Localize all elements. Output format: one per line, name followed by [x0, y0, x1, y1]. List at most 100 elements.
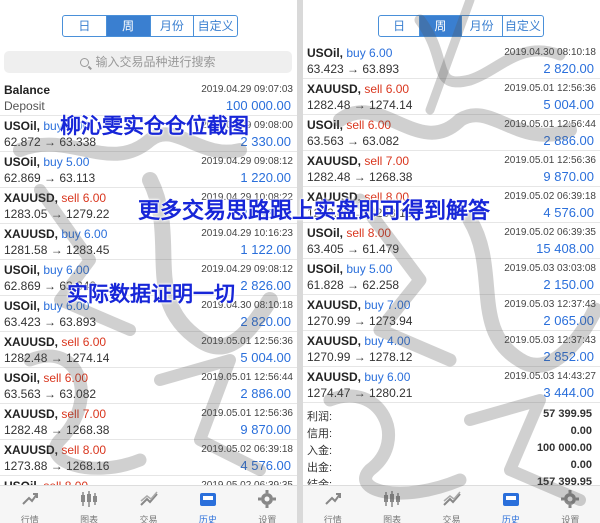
trade-prices: 1270.99 → 1273.94	[307, 314, 413, 328]
bottom-tab-label: 图表	[383, 515, 402, 523]
overlay-line1: 柳沁雯实仓仓位截图	[60, 114, 249, 138]
trade-profit: 2 820.00	[240, 314, 291, 329]
trade-row[interactable]: USOil, buy 5.00 2019.04.29 09:08:12 62.869…	[0, 152, 297, 188]
trade-date: 2019.05.03 12:37:43	[504, 335, 596, 346]
trade-side: sell 6.00	[61, 335, 107, 349]
trade-profit: 2 886.00	[543, 133, 594, 148]
trade-prices: 1283.05 → 1279.22	[4, 207, 110, 221]
trade-symbol: XAUUSD, buy 6.00	[4, 227, 108, 241]
bottom-tab-label: 交易	[139, 515, 158, 523]
trade-date: 2019.05.01 12:56:44	[504, 119, 596, 130]
bottom-tab-3[interactable]: 历史	[481, 486, 540, 523]
balance-type: Deposit	[4, 99, 45, 113]
trade-profit: 2 826.00	[240, 278, 291, 293]
trade-date: 2019.05.03 03:03:08	[504, 263, 596, 274]
trade-row[interactable]: XAUUSD, sell 7.00 2019.05.01 12:56:36 1282…	[303, 151, 600, 187]
trade-profit: 15 408.00	[536, 241, 594, 256]
trade-date: 2019.04.29 09:08:12	[201, 156, 293, 167]
trade-row[interactable]: XAUUSD, buy 6.00 2019.04.29 10:16:23 1281.…	[0, 224, 297, 260]
history-pane-left: 日 周 月份 自定义 输入交易品种进行搜索 Balance 2019.04.29…	[0, 0, 297, 523]
trade-row[interactable]: USOil, sell 6.00 2019.05.01 12:56:44 63.56…	[303, 115, 600, 151]
summary-section: 利润: 57 399.95 信用: 0.00 入金: 100 000.00 出金: 0.…	[303, 406, 600, 491]
bottom-tab-2[interactable]: 交易	[422, 486, 481, 523]
bottom-tab-3[interactable]: 历史	[178, 486, 237, 523]
trade-row[interactable]: USOil, sell 6.00 2019.05.01 12:56:44 63.56…	[0, 368, 297, 404]
bottom-tab-label: 行情	[20, 515, 39, 523]
trade-profit: 9 870.00	[240, 422, 291, 437]
trade-date: 2019.05.02 06:39:35	[504, 227, 596, 238]
trade-prices: 63.563 → 63.082	[307, 134, 400, 148]
trade-symbol: USOil, buy 6.00	[307, 46, 393, 60]
tab-custom[interactable]: 自定义	[194, 16, 237, 36]
trade-side: buy 6.00	[346, 46, 393, 60]
bottom-tab-2[interactable]: 交易	[119, 486, 178, 523]
trade-symbol: USOil, sell 6.00	[307, 118, 392, 132]
trade-prices: 1282.48 → 1268.38	[4, 423, 110, 437]
tab-month[interactable]: 月份	[462, 16, 503, 36]
trade-date: 2019.05.02 06:39:18	[504, 191, 596, 202]
trade-side: sell 8.00	[346, 226, 392, 240]
trade-date: 2019.05.03 12:37:43	[504, 299, 596, 310]
search-icon	[80, 58, 90, 67]
trade-row[interactable]: XAUUSD, buy 4.00 2019.05.03 12:37:43 1270.…	[303, 331, 600, 367]
summary-profit: 利润: 57 399.95	[307, 408, 592, 423]
quotes-icon	[323, 490, 343, 508]
trade-row[interactable]: USOil, sell 8.00 2019.05.02 06:39:35 63.40…	[303, 223, 600, 259]
trade-side: sell 6.00	[43, 371, 89, 385]
bottom-tab-1[interactable]: 图表	[59, 486, 118, 523]
tab-day[interactable]: 日	[63, 16, 107, 36]
tab-month[interactable]: 月份	[151, 16, 195, 36]
tab-custom[interactable]: 自定义	[503, 16, 543, 36]
bottom-tab-label: 历史	[501, 515, 520, 523]
trade-prices: 1273.88 → 1268.16	[4, 459, 110, 473]
trade-profit: 2 150.00	[543, 277, 594, 292]
bottom-tab-4[interactable]: 设置	[541, 486, 600, 523]
bottom-tab-4[interactable]: 设置	[238, 486, 297, 523]
trade-side: buy 7.00	[364, 298, 411, 312]
trade-row[interactable]: XAUUSD, sell 8.00 2019.05.02 06:39:18 1273…	[0, 440, 297, 476]
quotes-icon	[20, 490, 40, 508]
trade-symbol: XAUUSD, buy 7.00	[307, 298, 411, 312]
trade-symbol: XAUUSD, sell 6.00	[307, 82, 410, 96]
tab-week[interactable]: 周	[106, 16, 151, 36]
bottom-tab-label: 历史	[198, 515, 217, 523]
trade-profit: 2 065.00	[543, 313, 594, 328]
trade-row[interactable]: XAUUSD, sell 6.00 2019.05.01 12:56:36 1282…	[303, 79, 600, 115]
trade-profit: 1 220.00	[240, 170, 291, 185]
trade-side: sell 7.00	[364, 154, 410, 168]
history-pane-right: 日 周 月份 自定义 USOil, buy 6.00 2019.04.30 08:…	[303, 0, 600, 523]
bottom-tab-label: 图表	[80, 515, 99, 523]
trade-profit: 2 852.00	[543, 349, 594, 364]
trade-date: 2019.05.01 12:56:36	[201, 408, 293, 419]
trade-row[interactable]: USOil, buy 5.00 2019.05.03 03:03:08 61.828…	[303, 259, 600, 295]
tab-week[interactable]: 周	[420, 16, 462, 36]
trade-symbol: XAUUSD, sell 8.00	[4, 443, 107, 457]
trade-side: buy 6.00	[43, 263, 90, 277]
trade-profit: 5 004.00	[240, 350, 291, 365]
trade-prices: 63.423 → 63.893	[307, 62, 400, 76]
trade-side: buy 6.00	[364, 370, 411, 384]
trade-row[interactable]: XAUUSD, buy 7.00 2019.05.03 12:37:43 1270.…	[303, 295, 600, 331]
trade-row[interactable]: XAUUSD, sell 6.00 2019.05.01 12:56:36 1282…	[0, 332, 297, 368]
tab-day[interactable]: 日	[379, 16, 421, 36]
trade-symbol: USOil, sell 8.00	[307, 226, 392, 240]
trade-row[interactable]: USOil, buy 6.00 2019.04.30 08:10:18 63.423…	[303, 43, 600, 79]
trade-row[interactable]: XAUUSD, sell 7.00 2019.05.01 12:56:36 1282…	[0, 404, 297, 440]
bottom-tab-0[interactable]: 行情	[303, 486, 362, 523]
trade-prices: 1282.48 → 1274.14	[307, 98, 413, 112]
trade-row[interactable]: XAUUSD, buy 6.00 2019.05.03 14:43:27 1274.…	[303, 367, 600, 403]
overlay-line3: 实际数据证明一切	[67, 282, 235, 306]
trade-prices: 63.563 → 63.082	[4, 387, 97, 401]
settings-icon	[257, 490, 277, 508]
trade-icon	[442, 490, 462, 508]
trade-profit: 2 820.00	[543, 61, 594, 76]
search-input[interactable]: 输入交易品种进行搜索	[4, 51, 292, 73]
bottom-tab-1[interactable]: 图表	[362, 486, 421, 523]
trade-date: 2019.05.01 12:56:36	[504, 83, 596, 94]
trade-symbol: USOil, buy 5.00	[4, 155, 90, 169]
settings-icon	[560, 490, 580, 508]
trade-icon	[139, 490, 159, 508]
trade-side: buy 4.00	[364, 334, 411, 348]
screenshot: 日 周 月份 自定义 输入交易品种进行搜索 Balance 2019.04.29…	[0, 0, 600, 523]
bottom-tab-0[interactable]: 行情	[0, 486, 59, 523]
